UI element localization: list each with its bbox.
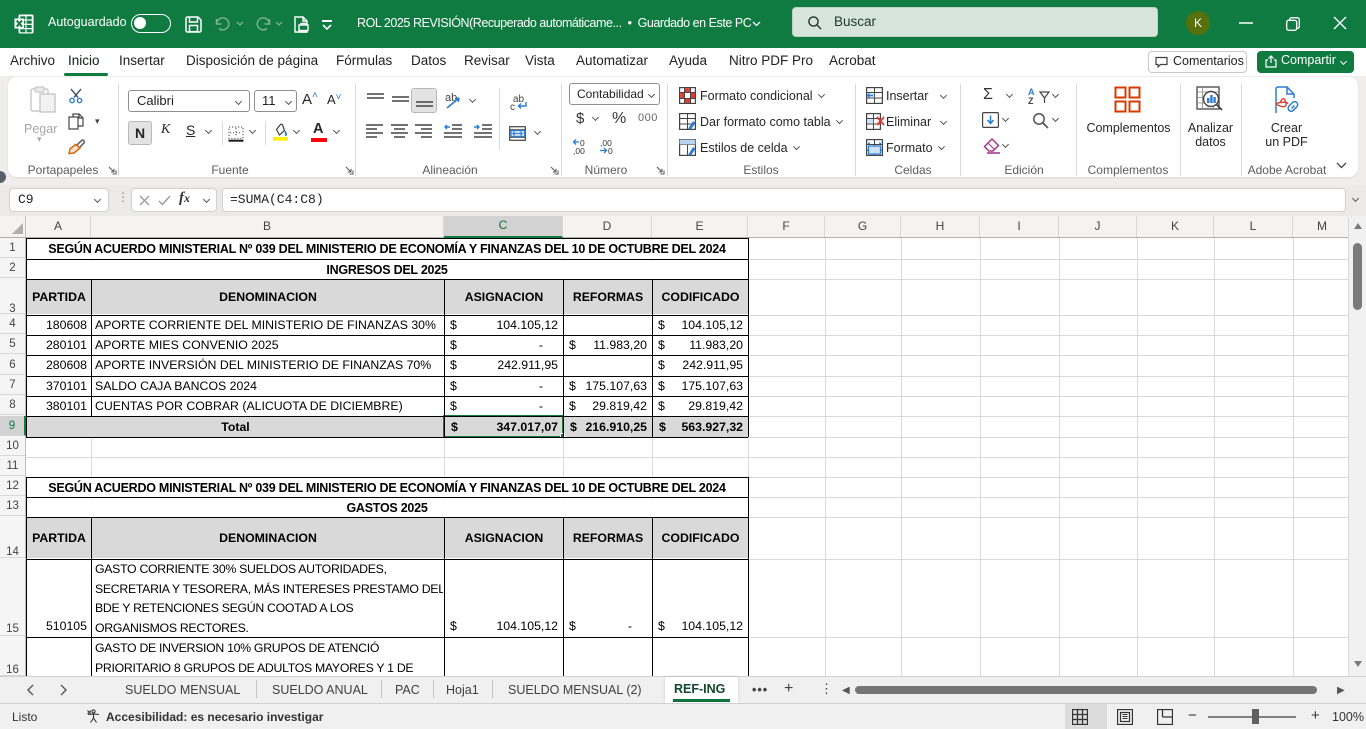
svg-text:c: c <box>510 102 515 111</box>
svg-text:,00: ,00 <box>573 146 585 155</box>
svg-text:0: 0 <box>608 146 613 155</box>
svg-text:Z: Z <box>1028 96 1034 104</box>
